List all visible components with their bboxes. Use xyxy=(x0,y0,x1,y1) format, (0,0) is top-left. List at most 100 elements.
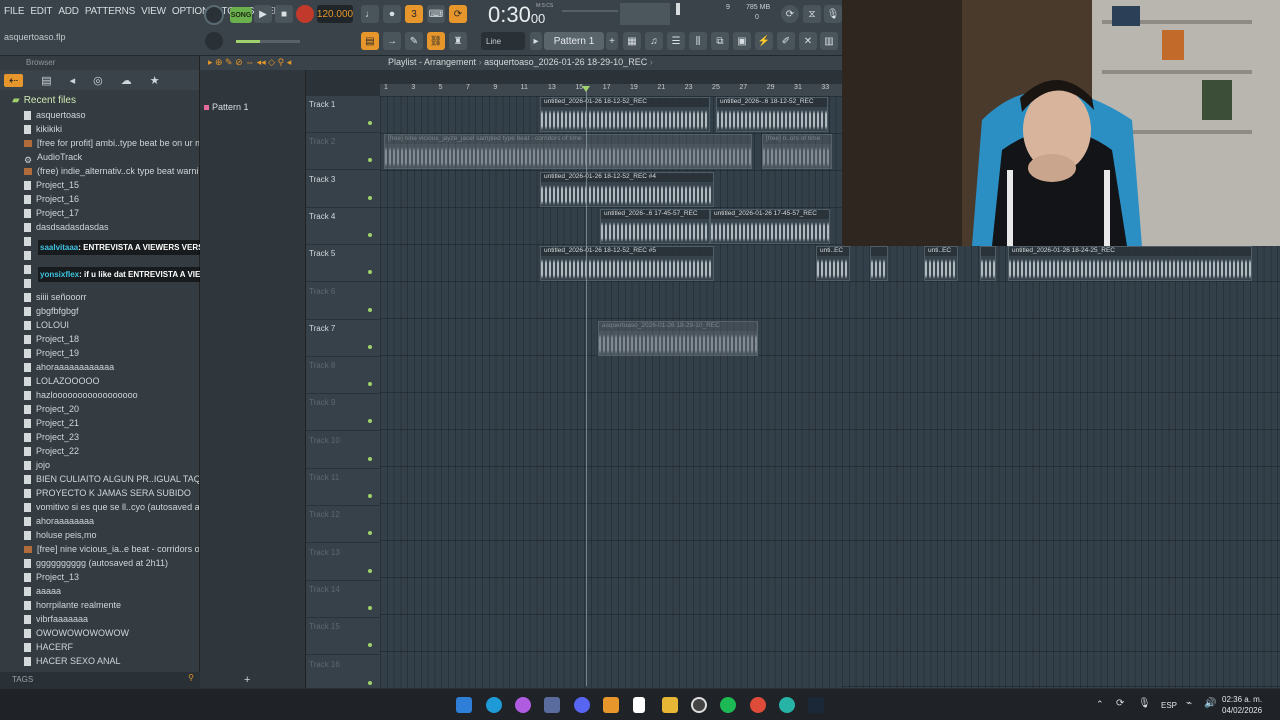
steam-icon[interactable] xyxy=(808,697,824,713)
track-led-icon[interactable] xyxy=(368,643,372,648)
recent-file-item[interactable]: Project_17 xyxy=(0,206,199,220)
track-header[interactable]: Track 1 xyxy=(306,96,380,133)
master-pitch-knob-icon[interactable] xyxy=(205,32,223,50)
track-header[interactable]: Track 15 xyxy=(306,618,380,656)
track-header[interactable]: Track 10 xyxy=(306,432,380,469)
discord-icon[interactable] xyxy=(574,697,590,713)
recent-file-item[interactable]: [free for profit] ambi..type beat be on … xyxy=(0,136,199,150)
track-led-icon[interactable] xyxy=(368,419,372,424)
track-header[interactable]: Track 5 xyxy=(306,245,380,283)
track-led-icon[interactable] xyxy=(368,531,372,536)
track-header[interactable]: Track 7 xyxy=(306,320,380,357)
playlist-grid-extended[interactable] xyxy=(842,246,1280,688)
recent-file-item[interactable]: Project_21 xyxy=(0,416,199,430)
typing-keyboard-icon[interactable]: ▤ xyxy=(361,32,379,50)
track-header[interactable]: Track 12 xyxy=(306,506,380,544)
master-volume-slider[interactable] xyxy=(236,40,260,43)
tags-bar[interactable]: TAGS ⚲ xyxy=(0,672,200,688)
network-icon[interactable]: ⌁ xyxy=(1186,698,1192,709)
browser-current-project-icon[interactable]: ◎ xyxy=(93,74,103,87)
link-icon[interactable]: ⛓ xyxy=(427,32,445,50)
track-header[interactable]: Track 2 xyxy=(306,133,380,171)
file-explorer-icon[interactable] xyxy=(662,697,678,713)
arrow-right-icon[interactable]: → xyxy=(383,32,401,50)
audio-clip[interactable] xyxy=(980,246,996,282)
windows-start-icon[interactable] xyxy=(456,697,472,713)
menu-patterns[interactable]: PATTERNS xyxy=(85,6,135,17)
pattern-prev-icon[interactable]: ▸ xyxy=(530,32,542,50)
track-header[interactable]: Track 11 xyxy=(306,469,380,506)
track-led-icon[interactable] xyxy=(368,382,372,387)
recent-file-item[interactable]: PROYECTO K JAMAS SERA SUBIDO xyxy=(0,486,199,500)
chrome-icon[interactable] xyxy=(750,697,766,713)
document-icon[interactable] xyxy=(633,697,645,713)
tempo-display[interactable]: 120.000 xyxy=(317,5,353,23)
audio-clip[interactable]: [free] n..ors of time xyxy=(762,134,832,170)
arrangement-name[interactable]: asquertoaso_2026-01-26 18-29-10_REC xyxy=(484,57,647,67)
playhead[interactable] xyxy=(586,86,587,686)
recent-file-item[interactable]: kikikiki xyxy=(0,122,199,136)
track-led-icon[interactable] xyxy=(368,195,372,200)
recent-file-item[interactable]: vibrfaaaaaaa xyxy=(0,612,199,626)
browser-plugins-icon[interactable]: ◂ xyxy=(70,74,76,87)
track-led-icon[interactable] xyxy=(368,158,372,163)
play-button[interactable]: ▶ xyxy=(254,5,272,23)
snap-select[interactable]: Line xyxy=(481,32,525,50)
recent-file-item[interactable]: jojo xyxy=(0,458,199,472)
track-led-icon[interactable] xyxy=(368,494,372,498)
tree-icon[interactable]: ⧉ xyxy=(711,32,729,50)
recent-file-item[interactable]: Project_16 xyxy=(0,192,199,206)
audio-clip[interactable]: untitled_2026-01-26 18-12-52_REC xyxy=(540,97,710,132)
recent-file-item[interactable]: HACER SEXO ANAL xyxy=(0,654,199,668)
track-led-icon[interactable] xyxy=(368,456,372,461)
track-led-icon[interactable] xyxy=(368,568,372,573)
recent-file-item[interactable]: ahoraaaaaaaa xyxy=(0,514,199,528)
recent-file-item[interactable]: asquertoaso xyxy=(0,108,199,122)
recent-file-item[interactable]: ⚙ AudioTrack xyxy=(0,150,199,164)
track-led-icon[interactable] xyxy=(368,344,372,349)
track-header[interactable]: Track 9 xyxy=(306,394,380,432)
track-header[interactable]: Track 3 xyxy=(306,171,380,208)
recent-file-item[interactable]: vomitivo si es que se ll..cyo (autosaved… xyxy=(0,500,199,514)
audio-clip[interactable]: asquertoaso_2026-01-26 18-29-10_REC xyxy=(598,320,758,356)
tray-sync-icon[interactable]: ⟳ xyxy=(1116,698,1124,709)
mixer-icon[interactable]: ⫼ xyxy=(689,32,707,50)
timeline-ruler[interactable]: 1 3 5 7 9 11 13 15 17 19 21 23 25 27 29 31 33 xyxy=(380,84,842,96)
recent-file-item[interactable]: Project_15 xyxy=(0,178,199,192)
menu-add[interactable]: ADD xyxy=(58,6,79,17)
recent-file-item[interactable]: OWOWOWOWOWOW xyxy=(0,626,199,640)
copilot-icon[interactable] xyxy=(515,697,531,713)
browser-files-icon[interactable]: ▤ xyxy=(41,74,51,87)
pattern-selector[interactable]: Pattern 1 xyxy=(544,32,604,50)
recent-file-item[interactable]: hazlooooooooooooooooo xyxy=(0,388,199,402)
language-indicator[interactable]: ESP xyxy=(1161,701,1177,710)
playlist-icon[interactable]: ▦ xyxy=(623,32,641,50)
recent-file-item[interactable]: aaaaa xyxy=(0,584,199,598)
audio-clip[interactable]: untitled_2026-01-26 18-24-25_REC xyxy=(1008,246,1252,282)
playlist-tools-icon[interactable]: ▸ ⊕ ✎ ⊘ ⇔ ◂◂ ◇ ⚲ ◂ xyxy=(208,57,291,68)
audio-clip[interactable]: unti..EC xyxy=(816,246,850,282)
track-led-icon[interactable] xyxy=(368,232,372,237)
track-header[interactable]: Track 4 xyxy=(306,208,380,245)
dev-icon[interactable] xyxy=(544,697,560,713)
metronome-icon[interactable]: ♩ xyxy=(361,5,379,23)
track-led-icon[interactable] xyxy=(368,121,372,125)
recent-file-item[interactable]: horrpilante realmente xyxy=(0,598,199,612)
add-pattern-icon[interactable]: + xyxy=(244,674,250,686)
track-header[interactable]: Track 13 xyxy=(306,544,380,581)
recent-file-item[interactable]: LOLOUI xyxy=(0,318,199,332)
browser-back-icon[interactable]: ⇠ xyxy=(4,73,24,87)
audio-clip[interactable]: unti..EC xyxy=(924,246,958,282)
recent-file-item[interactable]: BIEN CULIAITO ALGUN PR..IGUAL TAQ MALITO… xyxy=(0,472,199,486)
audio-clip[interactable]: [free] nine vicious_jayze_jacel sampled … xyxy=(384,134,752,170)
menu-file[interactable]: FILE xyxy=(4,6,25,17)
system-clock[interactable]: 02:36 a. m. 04/02/2026 xyxy=(1222,694,1262,716)
tray-chevron-icon[interactable]: ⌃ xyxy=(1096,699,1104,710)
microphone-icon[interactable]: 🎙 xyxy=(824,5,842,23)
audio-clip[interactable]: untitled_2026-..6 17-45-57_REC xyxy=(600,208,710,244)
recent-file-item[interactable]: ahoraaaaaaaaaaaa xyxy=(0,360,199,374)
browser-cloud-icon[interactable]: ☁ xyxy=(121,74,132,87)
menu-view[interactable]: VIEW xyxy=(141,6,166,17)
stamp-icon[interactable]: ♜ xyxy=(449,32,467,50)
audio-clip[interactable]: untitled_2026-01-26 18-12-52_REC #4 xyxy=(540,171,714,207)
